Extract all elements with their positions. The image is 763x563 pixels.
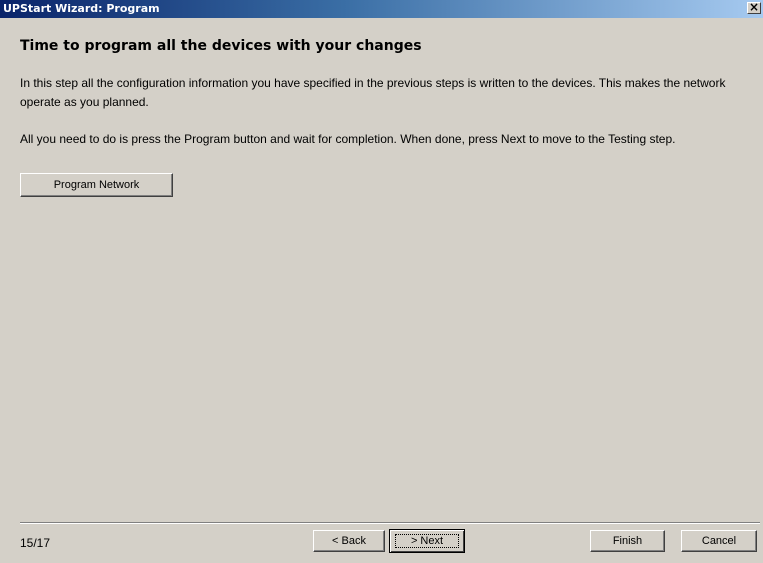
page-heading: Time to program all the devices with you… — [20, 38, 422, 54]
cancel-label: Cancel — [701, 535, 737, 547]
close-icon: × — [748, 0, 760, 14]
back-label: < Back — [332, 535, 366, 547]
title-bar[interactable]: UPStart Wizard: Program × — [0, 0, 763, 18]
window-title: UPStart Wizard: Program — [3, 2, 160, 15]
instruction-paragraph: All you need to do is press the Program … — [20, 132, 676, 146]
step-counter: 15/17 — [20, 536, 51, 550]
cancel-button[interactable]: Cancel — [681, 530, 757, 552]
program-network-label: Program Network — [53, 179, 140, 191]
program-network-button[interactable]: Program Network — [20, 173, 173, 197]
description-paragraph: In this step all the configuration infor… — [20, 76, 726, 109]
next-button[interactable]: > Next — [389, 529, 465, 553]
next-label: > Next — [410, 535, 444, 547]
close-button[interactable]: × — [747, 0, 761, 14]
back-button[interactable]: < Back — [313, 530, 385, 552]
finish-button[interactable]: Finish — [590, 530, 665, 552]
wizard-window: UPStart Wizard: Program × Time to progra… — [0, 0, 763, 563]
footer-divider — [20, 522, 760, 524]
finish-label: Finish — [612, 535, 643, 547]
